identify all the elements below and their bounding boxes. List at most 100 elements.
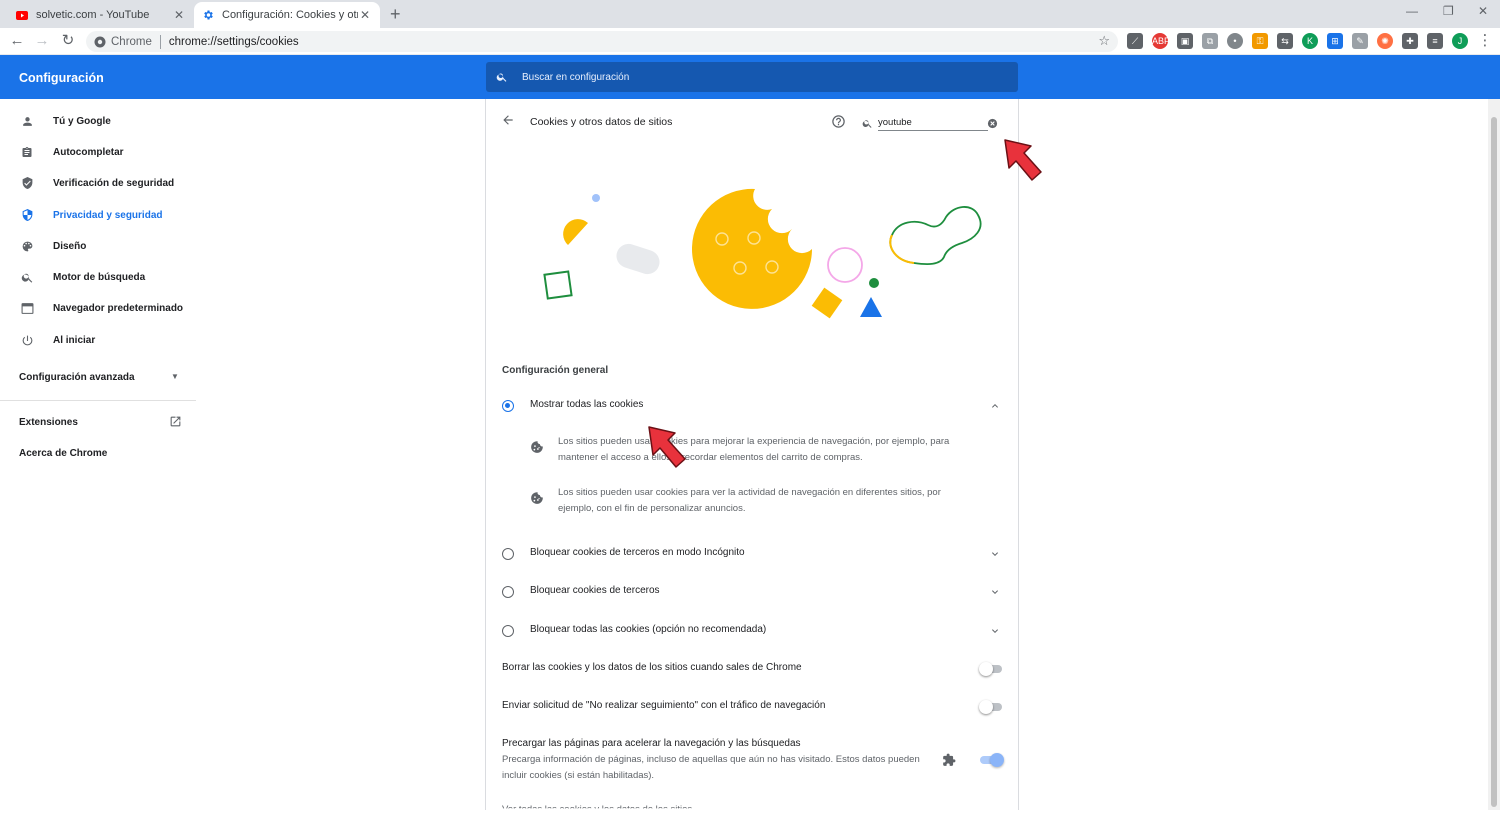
omnibox-separator <box>159 34 161 49</box>
browser-icon <box>19 300 35 316</box>
radio-button[interactable] <box>502 400 514 412</box>
toggle-do-not-track[interactable] <box>979 700 1002 714</box>
url-text: chrome://settings/cookies <box>168 35 299 48</box>
settings-search-input[interactable]: Buscar en configuración <box>486 62 1018 92</box>
extension-icon[interactable]: ⧉ <box>1202 33 1218 49</box>
toggle-row-clear-on-exit: Borrar las cookies y los datos de los si… <box>502 654 1002 684</box>
reading-list-icon[interactable]: ≡ <box>1427 33 1443 49</box>
sidebar-item-label: Autocompletar <box>53 146 124 158</box>
puzzle-icon[interactable]: ✚ <box>1402 33 1418 49</box>
annotation-arrow-icon <box>648 426 686 468</box>
chevron-down-icon[interactable] <box>989 585 1001 603</box>
search-icon <box>862 116 873 134</box>
shield-check-icon <box>19 175 35 191</box>
chevron-down-icon[interactable] <box>989 624 1001 642</box>
extension-icon[interactable]: • <box>1227 33 1243 49</box>
extension-icon[interactable]: ⚿ <box>1252 33 1268 49</box>
sidebar-divider <box>0 400 196 401</box>
extension-icon[interactable]: ▣ <box>1177 33 1193 49</box>
radio-button[interactable] <box>502 625 514 637</box>
extension-icon[interactable]: ⇆ <box>1277 33 1293 49</box>
search-icon <box>19 269 35 285</box>
back-arrow-icon[interactable] <box>501 113 515 132</box>
forward-icon[interactable]: → <box>33 32 51 50</box>
chrome-icon <box>94 36 106 47</box>
subpage-title: Cookies y otros datos de sitios <box>530 116 673 128</box>
extension-icon[interactable]: ✎ <box>1352 33 1368 49</box>
sidebar-item-safety-check[interactable]: Verificación de seguridad <box>0 168 210 198</box>
sidebar-item-privacy[interactable]: Privacidad y seguridad <box>0 200 210 230</box>
address-bar[interactable]: Chrome chrome://settings/cookies ☆ <box>86 31 1118 52</box>
reload-icon[interactable]: ↻ <box>59 32 77 50</box>
radio-block-third-party[interactable]: Bloquear cookies de terceros <box>486 577 1018 607</box>
cookie-filter <box>862 113 1004 132</box>
profile-avatar[interactable]: J <box>1452 33 1468 49</box>
annotation-arrow-icon <box>1004 139 1042 181</box>
open-in-new-icon <box>169 415 182 431</box>
sidebar-item-default-browser[interactable]: Navegador predeterminado <box>0 293 210 323</box>
sidebar-item-you-and-google[interactable]: Tú y Google <box>0 106 210 136</box>
new-tab-icon[interactable]: + <box>390 4 401 25</box>
page-scrollbar[interactable] <box>1488 99 1500 810</box>
sidebar-item-label: Diseño <box>53 240 87 252</box>
radio-button[interactable] <box>502 586 514 598</box>
extension-icon[interactable]: K <box>1302 33 1318 49</box>
clear-search-icon[interactable] <box>987 116 998 134</box>
sidebar-about-chrome[interactable]: Acerca de Chrome <box>19 448 107 459</box>
sidebar-extensions-label: Extensiones <box>19 417 78 428</box>
sidebar: Tú y Google Autocompletar Verificación d… <box>0 99 210 810</box>
toggle-preload[interactable] <box>980 753 1004 767</box>
description-text: Los sitios pueden usar cookies para mejo… <box>558 436 950 463</box>
scrollbar-thumb[interactable] <box>1491 117 1497 807</box>
power-icon <box>19 332 35 348</box>
site-chip[interactable]: Chrome <box>94 36 152 48</box>
sidebar-advanced[interactable]: Configuración avanzada ▼ <box>19 372 184 383</box>
sidebar-advanced-label: Configuración avanzada <box>19 372 135 383</box>
adblock-icon[interactable]: ABP <box>1152 33 1170 49</box>
radio-block-all-cookies[interactable]: Bloquear todas las cookies (opción no re… <box>486 616 1018 646</box>
bookmark-star-icon[interactable]: ☆ <box>1098 33 1110 49</box>
tab-settings[interactable]: Configuración: Cookies y otros d ✕ <box>194 2 380 28</box>
cookies-settings-card: Cookies y otros datos de sitios Configur… <box>485 99 1019 810</box>
extension-icon[interactable]: ✺ <box>1377 33 1393 49</box>
sidebar-item-label: Privacidad y seguridad <box>53 209 163 221</box>
settings-gear-icon <box>202 9 214 21</box>
help-icon[interactable] <box>831 114 846 134</box>
preload-description: Precarga información de páginas, incluso… <box>502 754 920 781</box>
page-title: Configuración <box>19 71 104 85</box>
shield-icon <box>19 207 35 223</box>
chevron-down-icon[interactable] <box>989 547 1001 565</box>
extension-icon[interactable]: ⟋ <box>1127 33 1143 49</box>
back-icon[interactable]: ← <box>8 32 26 50</box>
cookie-search-input[interactable] <box>878 114 988 131</box>
sidebar-item-search-engine[interactable]: Motor de búsqueda <box>0 262 210 292</box>
menu-icon[interactable]: ⋮ <box>1476 32 1494 50</box>
minimize-icon[interactable]: — <box>1406 4 1418 18</box>
sidebar-item-on-startup[interactable]: Al iniciar <box>0 325 210 355</box>
sidebar-item-label: Motor de búsqueda <box>53 271 146 283</box>
restore-icon[interactable]: ❐ <box>1443 4 1454 18</box>
chevron-up-icon[interactable] <box>989 399 1001 417</box>
close-tab-icon[interactable]: ✕ <box>358 8 372 22</box>
sidebar-item-autofill[interactable]: Autocompletar <box>0 137 210 167</box>
toggle-clear-on-exit[interactable] <box>979 662 1002 676</box>
close-tab-icon[interactable]: ✕ <box>172 8 186 22</box>
sidebar-item-label: Al iniciar <box>53 334 96 346</box>
radio-block-third-party-incognito[interactable]: Bloquear cookies de terceros en modo Inc… <box>486 539 1018 569</box>
sidebar-extensions[interactable]: Extensiones <box>19 415 184 431</box>
sidebar-item-label: Verificación de seguridad <box>53 177 175 189</box>
caret-down-icon: ▼ <box>171 372 179 381</box>
sidebar-item-appearance[interactable]: Diseño <box>0 231 210 261</box>
cookie-icon <box>530 440 544 459</box>
radio-button[interactable] <box>502 548 514 560</box>
site-chip-label: Chrome <box>111 35 152 48</box>
browser-toolbar: ← → ↻ Chrome chrome://settings/cookies ☆… <box>0 28 1500 55</box>
radio-label: Bloquear todas las cookies (opción no re… <box>530 624 767 635</box>
tab-title: Configuración: Cookies y otros d <box>222 9 358 21</box>
tab-youtube[interactable]: solvetic.com - YouTube ✕ <box>8 2 194 28</box>
toggle-label: Enviar solicitud de "No realizar seguimi… <box>502 700 826 711</box>
extension-icon[interactable]: ⊞ <box>1327 33 1343 49</box>
radio-allow-all-cookies[interactable]: Mostrar todas las cookies <box>486 391 1018 421</box>
radio-label: Bloquear cookies de terceros en modo Inc… <box>530 547 745 558</box>
window-close-icon[interactable]: ✕ <box>1478 4 1488 18</box>
